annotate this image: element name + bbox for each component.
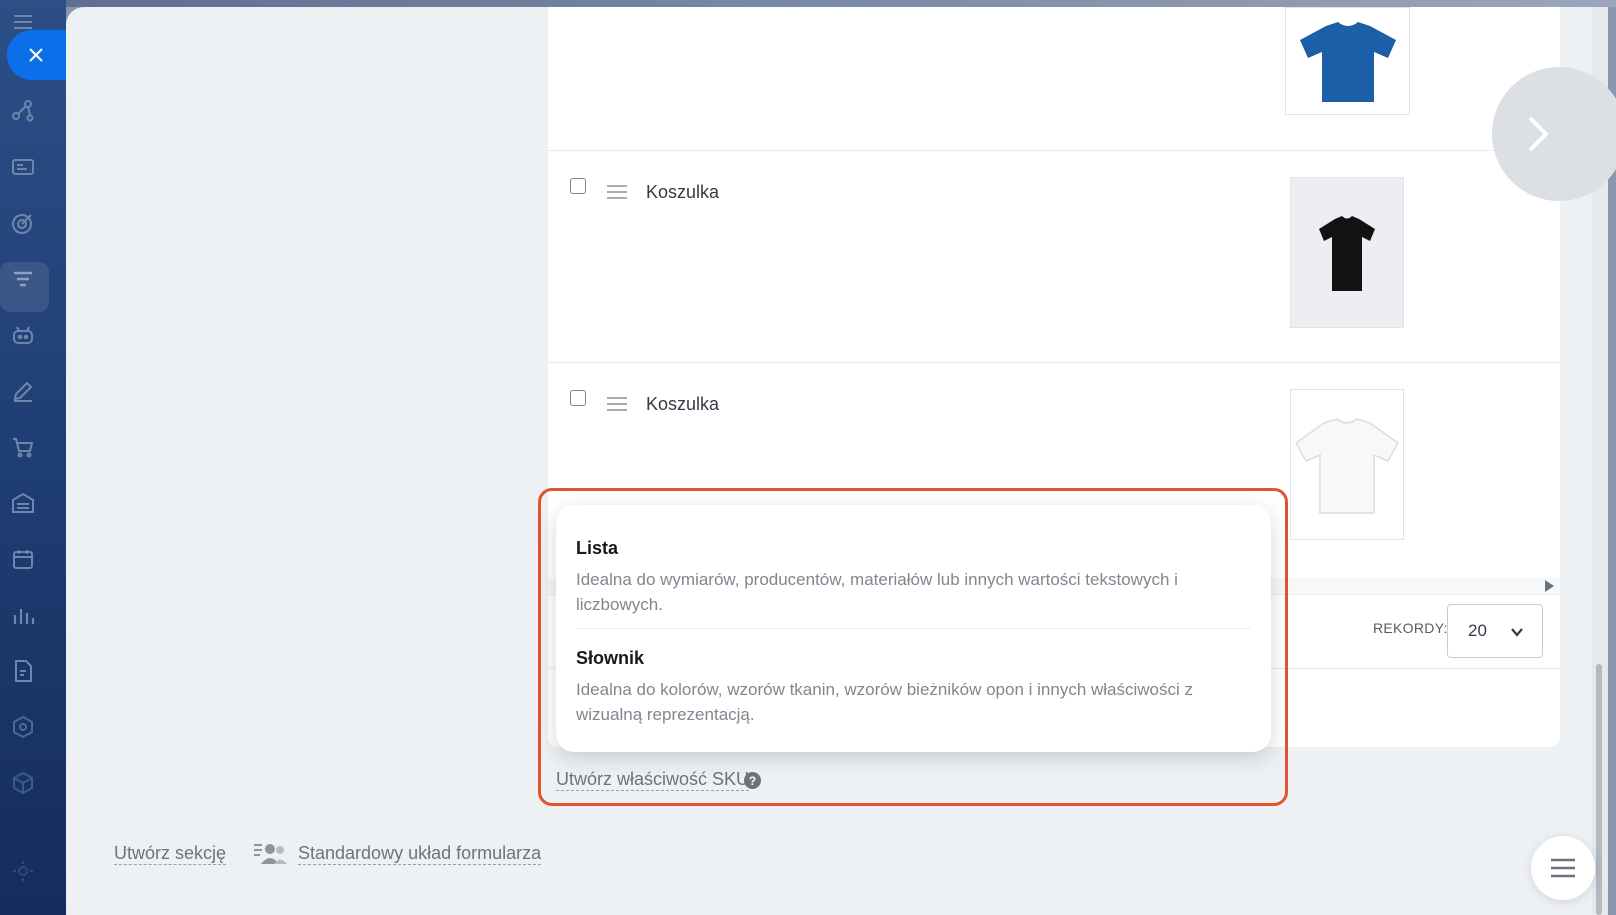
chevron-down-icon xyxy=(1511,628,1523,637)
drag-handle-icon[interactable] xyxy=(607,397,627,411)
document-edit-icon[interactable] xyxy=(9,657,37,685)
contacts-card-icon[interactable] xyxy=(9,153,37,181)
dropdown-option-list[interactable]: Lista Idealna do wymiarów, producentów, … xyxy=(576,538,1246,617)
chevron-right-icon xyxy=(1528,116,1549,152)
hexagon-icon[interactable] xyxy=(9,713,37,741)
black-tshirt-icon xyxy=(1319,215,1375,291)
window-top-bar xyxy=(0,0,1616,7)
list-menu-icon xyxy=(1551,858,1575,878)
product-thumbnail[interactable] xyxy=(1290,177,1404,328)
next-page-button[interactable] xyxy=(1492,67,1616,201)
scroll-right-arrow-icon[interactable] xyxy=(1545,580,1554,592)
calendar-icon[interactable] xyxy=(9,545,37,573)
option-description: Idealna do wymiarów, producentów, materi… xyxy=(576,570,1178,614)
warehouse-icon[interactable] xyxy=(9,489,37,517)
records-per-page-select[interactable]: 20 xyxy=(1447,604,1543,658)
robot-icon[interactable] xyxy=(9,321,37,349)
create-sku-property-link[interactable]: Utwórz właściwość SKU xyxy=(556,769,750,791)
dropdown-separator xyxy=(576,628,1251,629)
product-name[interactable]: Koszulka xyxy=(646,394,719,415)
product-name[interactable]: Koszulka xyxy=(646,182,719,203)
row-separator xyxy=(548,362,1560,363)
standard-form-layout-link[interactable]: Standardowy układ formularza xyxy=(298,843,542,865)
records-value: 20 xyxy=(1468,621,1487,640)
left-navigation xyxy=(0,0,66,915)
row-separator xyxy=(548,150,1560,151)
create-section-link[interactable]: Utwórz sekcję xyxy=(114,843,227,865)
bar-chart-icon[interactable] xyxy=(9,601,37,629)
target-icon[interactable] xyxy=(9,209,37,237)
pencil-edit-icon[interactable] xyxy=(9,377,37,405)
product-thumbnail[interactable] xyxy=(1290,389,1404,540)
close-slider-button[interactable] xyxy=(7,30,71,80)
drag-handle-icon[interactable] xyxy=(607,185,627,199)
option-title: Słownik xyxy=(576,648,645,668)
close-icon xyxy=(29,48,43,62)
help-question-icon[interactable]: ? xyxy=(744,772,761,789)
filter-funnel-icon[interactable] xyxy=(9,265,37,293)
option-description: Idealna do kolorów, wzorów tkanin, wzoró… xyxy=(576,680,1194,724)
row-checkbox[interactable] xyxy=(570,178,586,194)
product-thumbnail[interactable] xyxy=(1285,7,1410,115)
shopping-cart-icon[interactable] xyxy=(9,433,37,461)
records-label: REKORDY: xyxy=(1373,620,1448,636)
white-tshirt-icon xyxy=(1295,417,1399,514)
blue-tshirt-icon xyxy=(1299,22,1396,102)
row-checkbox[interactable] xyxy=(570,390,586,406)
option-title: Lista xyxy=(576,538,619,558)
cube-icon[interactable] xyxy=(9,769,37,797)
users-group-icon xyxy=(254,844,287,864)
dropdown-option-dictionary[interactable]: Słownik Idealna do kolorów, wzorów tkani… xyxy=(576,648,1246,727)
settings-gear-icon[interactable] xyxy=(9,857,37,885)
vertical-scrollbar-thumb[interactable] xyxy=(1596,664,1602,915)
crm-flow-icon[interactable] xyxy=(9,97,37,125)
floating-menu-button[interactable] xyxy=(1531,836,1595,900)
sku-property-type-dropdown: Lista Idealna do wymiarów, producentów, … xyxy=(556,505,1271,752)
